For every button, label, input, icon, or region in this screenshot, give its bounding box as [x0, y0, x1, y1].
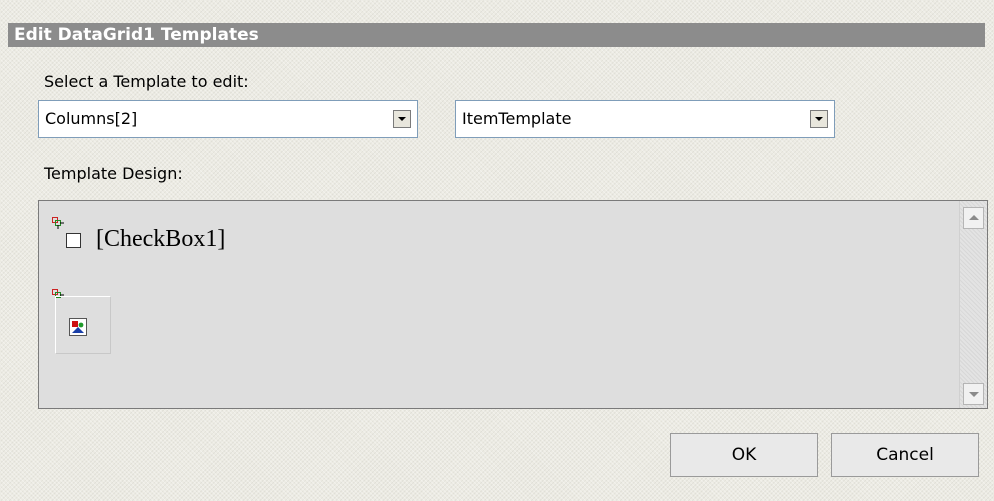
select-template-label: Select a Template to edit: [44, 72, 249, 91]
template-select-dropdown-icon[interactable] [810, 110, 828, 128]
image-placeholder-icon [69, 318, 87, 336]
column-select-value: Columns[2] [45, 109, 138, 128]
ok-button[interactable]: OK [670, 433, 818, 477]
dialog-title: Edit DataGrid1 Templates [8, 23, 985, 47]
scroll-down-icon[interactable] [963, 383, 984, 405]
column-select[interactable]: Columns[2] [38, 100, 418, 138]
cancel-button[interactable]: Cancel [831, 433, 979, 477]
checkbox-control[interactable] [66, 233, 81, 248]
scroll-up-icon[interactable] [963, 207, 984, 229]
column-select-dropdown-icon[interactable] [393, 110, 411, 128]
vertical-scrollbar[interactable] [959, 201, 987, 408]
checkbox-label: [CheckBox1] [96, 226, 226, 252]
template-select-value: ItemTemplate [462, 109, 572, 128]
control-handle-icon [52, 217, 64, 229]
template-design-label: Template Design: [44, 164, 183, 183]
template-select[interactable]: ItemTemplate [455, 100, 835, 138]
